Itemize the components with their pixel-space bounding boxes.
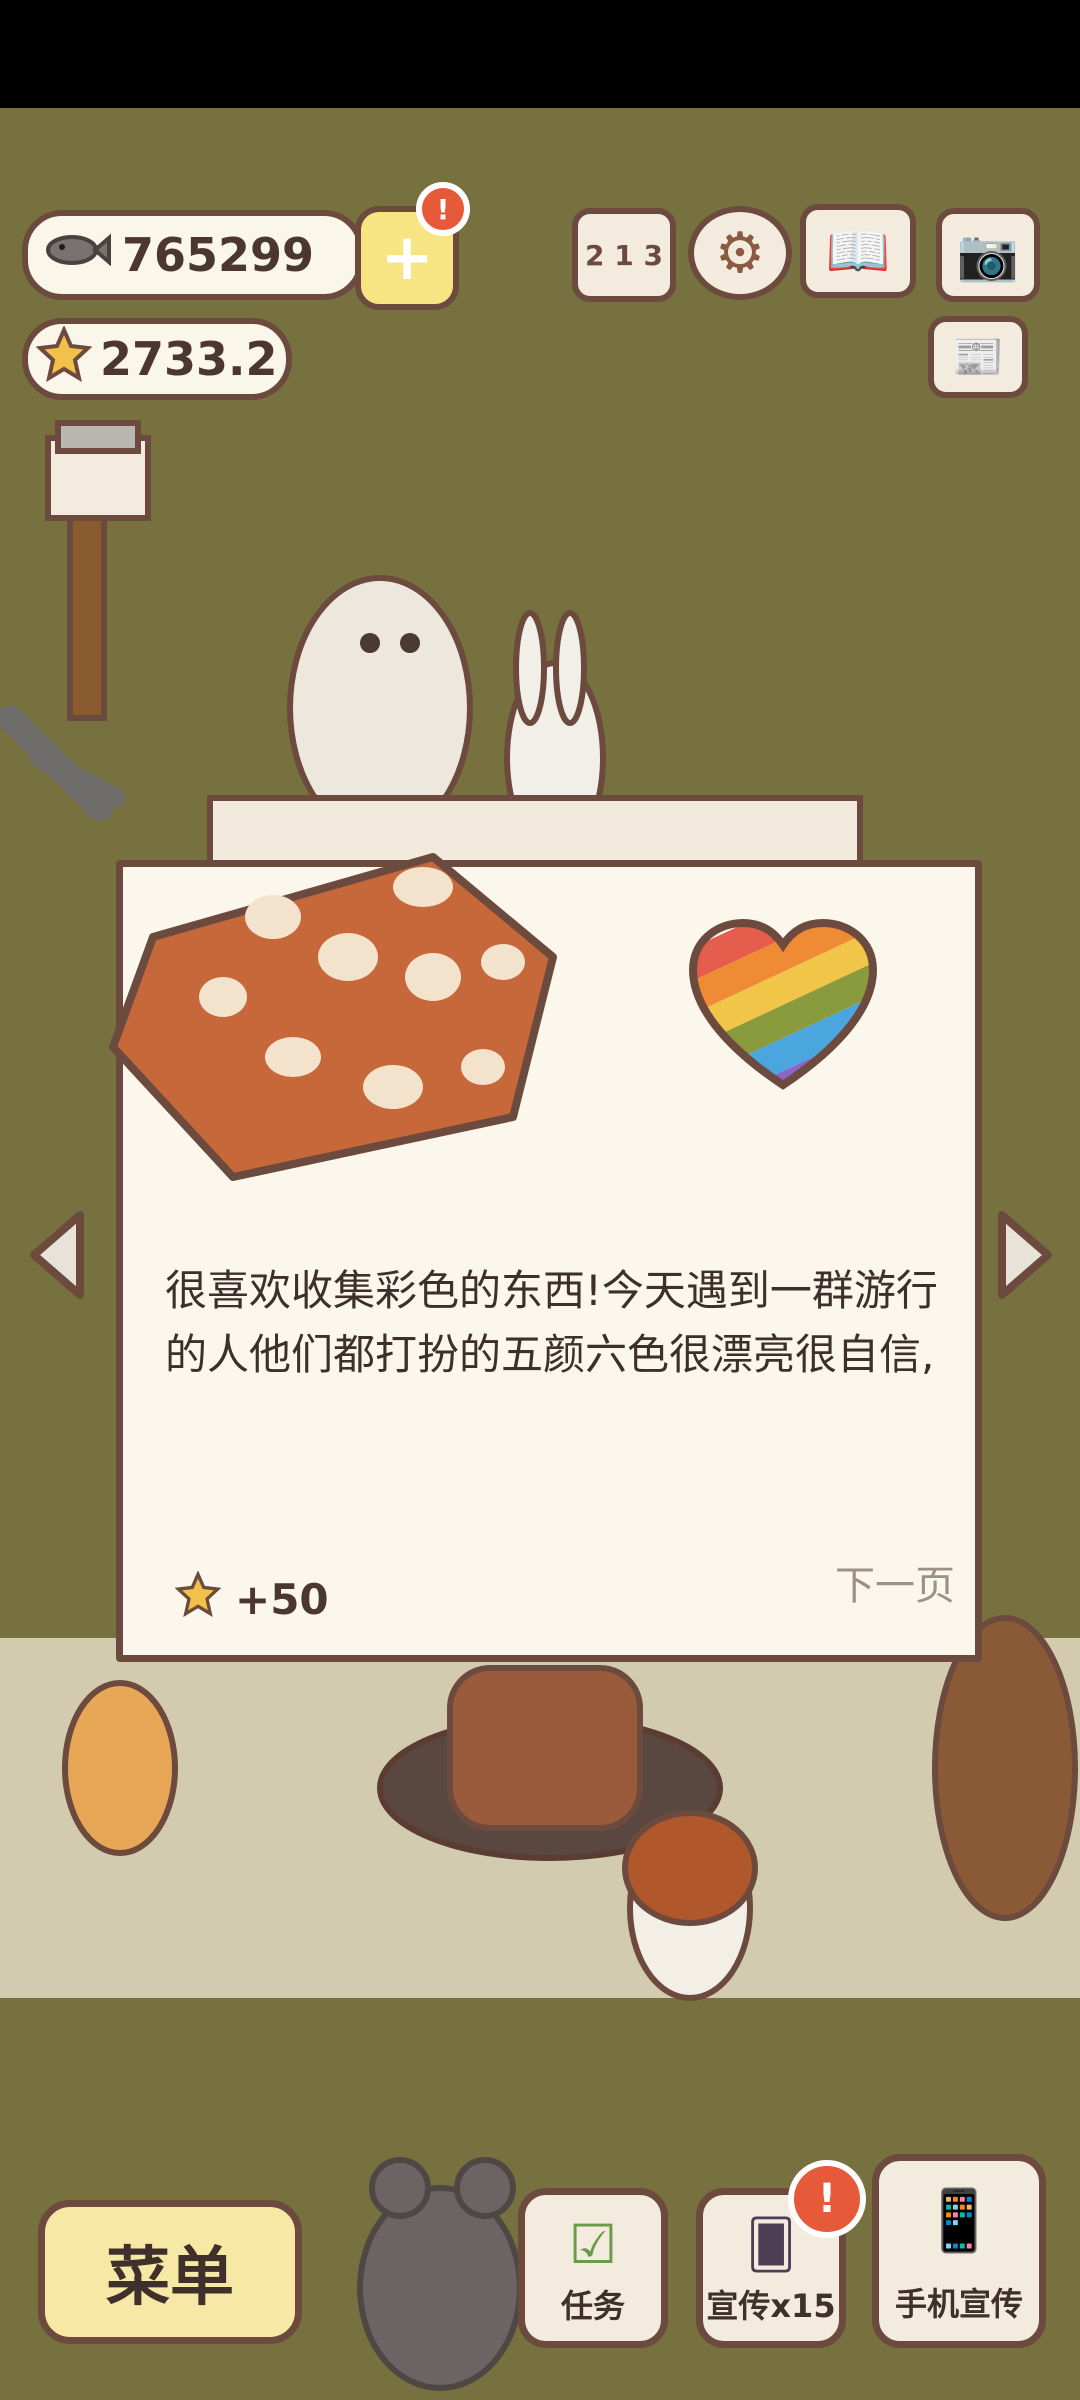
next-page-button[interactable]: 下一页 bbox=[835, 1553, 955, 1611]
gear-icon: ⚙ bbox=[714, 220, 766, 286]
camera-button[interactable]: 📷 bbox=[936, 208, 1040, 302]
card-icon: 🂠 bbox=[746, 2217, 796, 2273]
ranking-button[interactable]: 2 1 3 bbox=[572, 208, 676, 302]
story-text: 很喜欢收集彩色的东西!今天遇到一群游行的人他们都打扮的五颜六色很漂亮很自信, bbox=[165, 1266, 938, 1379]
fish-currency-display: 765299 bbox=[22, 210, 364, 300]
status-bar bbox=[0, 0, 1080, 108]
phone-promotion-button[interactable]: 📱 手机宣传 bbox=[872, 2154, 1046, 2348]
fish-alert-badge: ! bbox=[416, 182, 470, 236]
star-currency-display: 2733.2 bbox=[22, 318, 292, 400]
phone-promotion-label: 手机宣传 bbox=[894, 2285, 1023, 2323]
next-page-arrow[interactable] bbox=[992, 1205, 1062, 1305]
fish-amount: 765299 bbox=[122, 228, 315, 282]
reward-amount: +50 bbox=[235, 1574, 329, 1624]
menu-button[interactable]: 菜单 bbox=[38, 2200, 302, 2344]
camera-icon: 📷 bbox=[956, 225, 1020, 284]
reward-star-icon bbox=[174, 1570, 222, 1627]
tasks-button[interactable]: ☑ 任务 bbox=[518, 2188, 668, 2348]
star-amount: 2733.2 bbox=[100, 332, 278, 386]
star-icon bbox=[35, 324, 93, 393]
checkbox-icon: ☑ bbox=[568, 2213, 618, 2276]
tasks-label: 任务 bbox=[560, 2287, 625, 2325]
guide-book-button[interactable]: 📖 bbox=[800, 204, 916, 298]
promotion-alert-badge: ! bbox=[788, 2160, 866, 2238]
book-icon: 📖 bbox=[825, 221, 891, 282]
menu-label: 菜单 bbox=[106, 2241, 234, 2315]
pillow-illustration bbox=[109, 853, 557, 1181]
promotion-label: 宣传x15 bbox=[706, 2287, 836, 2325]
newspaper-button[interactable]: 📰 bbox=[928, 316, 1028, 398]
fish-icon bbox=[42, 228, 112, 283]
previous-page-arrow[interactable] bbox=[20, 1205, 90, 1305]
phone-icon: 📱 bbox=[921, 2186, 997, 2256]
settings-button[interactable]: ⚙ bbox=[688, 206, 792, 300]
plus-icon: + bbox=[380, 221, 434, 295]
reward-display: +50 bbox=[174, 1570, 329, 1627]
story-dialog: 很喜欢收集彩色的东西!今天遇到一群游行的人他们都打扮的五颜六色很漂亮很自信, +… bbox=[109, 853, 982, 1662]
rainbow-heart-icon bbox=[683, 915, 883, 1099]
newspaper-icon: 📰 bbox=[951, 332, 1005, 381]
podium-icon: 2 1 3 bbox=[585, 238, 663, 272]
